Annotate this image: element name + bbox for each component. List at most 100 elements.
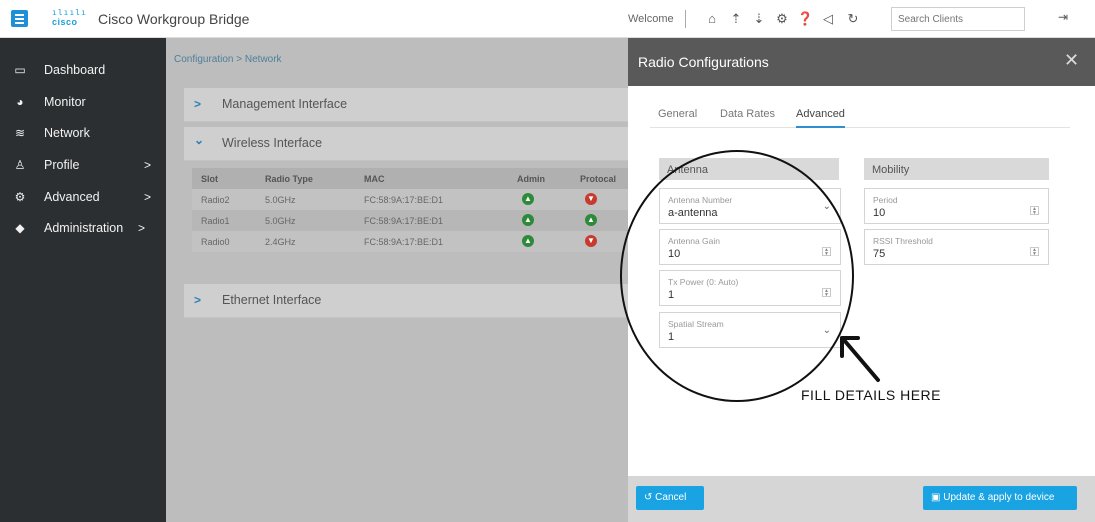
drawer-tabs: General Data Rates Advanced — [650, 104, 1070, 128]
app-title: Cisco Workgroup Bridge — [98, 11, 250, 27]
sidebar-item-label: Network — [44, 126, 90, 140]
tab-advanced[interactable]: Advanced — [796, 108, 845, 128]
cisco-logo: ılıılı cisco — [52, 8, 88, 32]
sidebar-item-label: Administration — [44, 221, 124, 235]
protocol-down-icon: ▼ — [585, 193, 597, 205]
radio-table: Slot Radio Type MAC Admin Protocal Radio… — [192, 168, 628, 252]
sidebar-item-advanced[interactable]: ⚙ Advanced > — [0, 185, 166, 211]
download-icon[interactable]: ⇣ — [751, 10, 767, 28]
column-header: Admin — [517, 174, 545, 184]
sidebar: ▭ Dashboard ◕ Monitor ≋ Network ♙ Profil… — [0, 38, 166, 522]
annotation-circle — [620, 150, 854, 402]
field-value: 75 — [873, 248, 886, 260]
annotation-arrow-icon — [840, 336, 880, 382]
radio-type-cell: 5.0GHz — [265, 195, 296, 205]
search-clients-input[interactable] — [891, 7, 1025, 31]
sidebar-item-label: Advanced — [44, 190, 100, 204]
protocol-down-icon: ▼ — [585, 235, 597, 247]
chevron-right-icon: > — [144, 158, 152, 172]
protocol-up-icon: ▲ — [585, 214, 597, 226]
mac-cell: FC:58:9A:17:BE:D1 — [364, 216, 444, 226]
profile-icon: ♙ — [14, 158, 26, 172]
chevron-right-icon: > — [194, 293, 202, 307]
logout-icon[interactable]: ⇥ — [1058, 10, 1068, 24]
dashboard-icon: ▭ — [14, 63, 26, 77]
table-row[interactable]: Radio0 2.4GHz FC:58:9A:17:BE:D1 ▲ ▼ — [192, 231, 628, 252]
logo-bars: ılıılı — [52, 8, 87, 17]
radio-type-cell: 2.4GHz — [265, 237, 296, 247]
tab-general[interactable]: General — [658, 108, 697, 120]
sidebar-item-network[interactable]: ≋ Network — [0, 121, 166, 147]
wrench-icon: ◆ — [15, 221, 25, 235]
top-bar: ılıılı cisco Cisco Workgroup Bridge Welc… — [0, 0, 1095, 38]
sidebar-item-monitor[interactable]: ◕ Monitor — [0, 90, 166, 116]
breadcrumb[interactable]: Configuration > Network — [174, 54, 282, 65]
mac-cell: FC:58:9A:17:BE:D1 — [364, 195, 444, 205]
panel-management-interface[interactable]: > Management Interface — [184, 88, 628, 122]
panel-title: Management Interface — [222, 97, 348, 111]
refresh-icon[interactable]: ↻ — [845, 10, 861, 28]
sidebar-item-profile[interactable]: ♙ Profile > — [0, 153, 166, 179]
wifi-icon: ≋ — [14, 126, 26, 140]
column-header: Protocal — [580, 174, 617, 184]
cancel-label: Cancel — [655, 492, 687, 503]
sidebar-item-administration[interactable]: ◆ Administration > — [0, 216, 166, 242]
field-value: 10 — [873, 207, 886, 219]
table-row[interactable]: Radio1 5.0GHz FC:58:9A:17:BE:D1 ▲ ▲ — [192, 210, 628, 231]
chevron-right-icon: > — [194, 97, 202, 111]
panel-title: Ethernet Interface — [222, 293, 322, 307]
slot-cell: Radio1 — [201, 216, 230, 226]
menu-icon[interactable] — [11, 10, 28, 27]
save-icon: ▣ — [931, 492, 944, 503]
stepper-icon[interactable]: ▲ ▼ — [1030, 206, 1039, 216]
gear-icon[interactable]: ⚙ — [774, 10, 790, 28]
drawer-footer: ↺ Cancel ▣ Update & apply to device — [628, 476, 1095, 522]
column-header: Radio Type — [265, 174, 313, 184]
column-header: MAC — [364, 174, 385, 184]
stepper-icon[interactable]: ▲ ▼ — [1030, 247, 1039, 257]
chevron-right-icon: > — [144, 190, 152, 204]
tab-data-rates[interactable]: Data Rates — [720, 108, 775, 120]
annotation-text: FILL DETAILS HERE — [801, 387, 941, 403]
drawer-title: Radio Configurations — [638, 54, 769, 70]
field-label: Period — [873, 195, 898, 205]
column-header: Slot — [201, 174, 218, 184]
field-label: RSSI Threshold — [873, 236, 933, 246]
radio-type-cell: 5.0GHz — [265, 216, 296, 226]
close-icon[interactable]: ✕ — [1064, 50, 1079, 71]
help-icon[interactable]: ❓ — [797, 10, 813, 28]
mac-cell: FC:58:9A:17:BE:D1 — [364, 237, 444, 247]
panel-ethernet-interface[interactable]: > Ethernet Interface — [184, 284, 628, 318]
update-apply-button[interactable]: ▣ Update & apply to device — [923, 486, 1077, 510]
table-header-row: Slot Radio Type MAC Admin Protocal — [192, 168, 628, 189]
logo-word: cisco — [52, 17, 78, 27]
sidebar-item-dashboard[interactable]: ▭ Dashboard — [0, 58, 166, 84]
panel-wireless-interface[interactable]: ⌄ Wireless Interface — [184, 127, 628, 161]
cogs-icon: ⚙ — [14, 190, 26, 204]
admin-up-icon: ▲ — [522, 214, 534, 226]
header-divider — [685, 10, 686, 28]
sidebar-item-label: Profile — [44, 158, 80, 172]
monitor-icon: ◕ — [16, 95, 24, 109]
slot-cell: Radio2 — [201, 195, 230, 205]
admin-up-icon: ▲ — [522, 193, 534, 205]
welcome-text: Welcome — [628, 13, 674, 25]
undo-icon: ↺ — [644, 492, 656, 503]
upload-icon[interactable]: ⇡ — [728, 10, 744, 28]
mobility-section-header: Mobility — [864, 158, 1049, 180]
sidebar-item-label: Dashboard — [44, 63, 106, 77]
update-label: Update & apply to device — [943, 492, 1055, 503]
chevron-right-icon: > — [138, 221, 146, 235]
period-input[interactable]: Period 10 ▲ ▼ — [864, 188, 1049, 224]
table-row[interactable]: Radio2 5.0GHz FC:58:9A:17:BE:D1 ▲ ▼ — [192, 189, 628, 210]
drawer-header: Radio Configurations ✕ — [628, 38, 1095, 86]
home-icon[interactable]: ⌂ — [704, 10, 720, 28]
sidebar-item-label: Monitor — [44, 95, 86, 109]
cancel-button[interactable]: ↺ Cancel — [636, 486, 704, 510]
megaphone-icon[interactable]: ◁ — [820, 10, 836, 28]
admin-up-icon: ▲ — [522, 235, 534, 247]
main-content: Configuration > Network > Management Int… — [166, 38, 628, 522]
panel-title: Wireless Interface — [222, 136, 323, 150]
slot-cell: Radio0 — [201, 237, 230, 247]
rssi-threshold-input[interactable]: RSSI Threshold 75 ▲ ▼ — [864, 229, 1049, 265]
